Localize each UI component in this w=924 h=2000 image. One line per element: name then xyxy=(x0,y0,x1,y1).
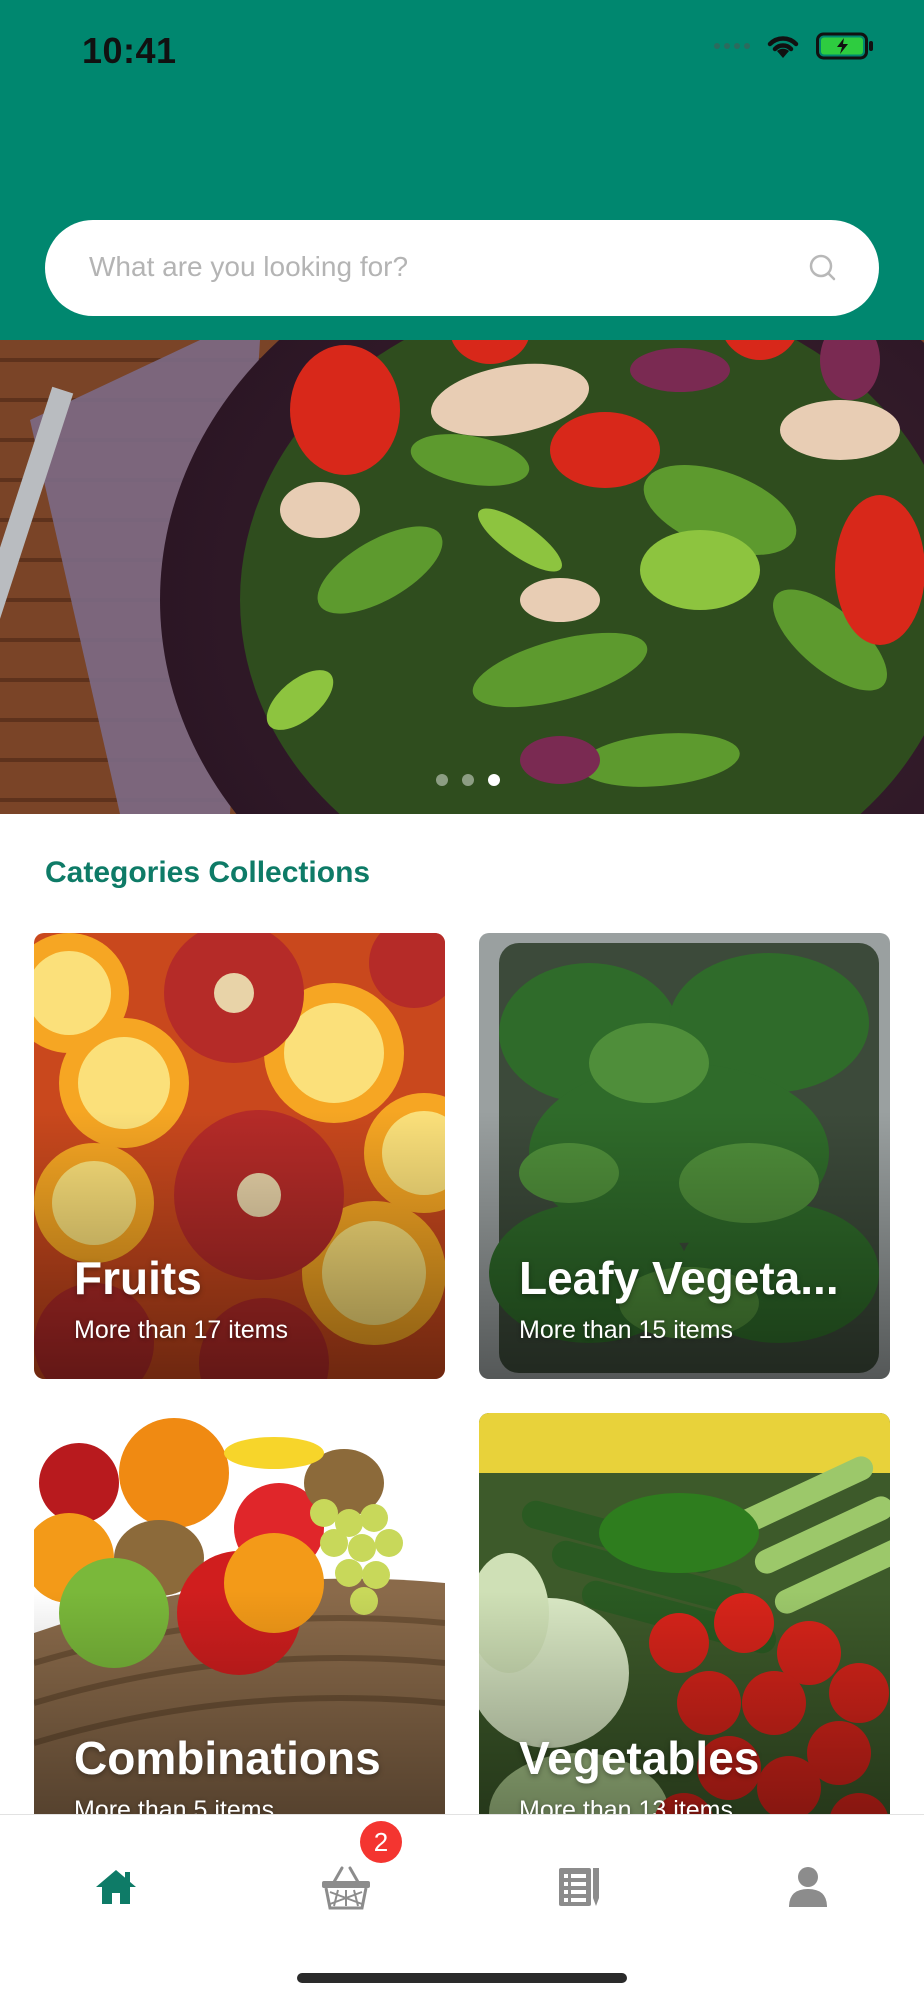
search-bar[interactable]: What are you looking for? xyxy=(45,220,879,316)
battery-icon xyxy=(816,32,873,60)
category-title: Vegetables xyxy=(519,1732,760,1784)
category-card-fruits[interactable]: Fruits More than 17 items xyxy=(34,933,445,1379)
tab-menu[interactable] xyxy=(548,1857,608,1917)
category-card-vegetables[interactable]: Vegetables More than 13 items xyxy=(479,1413,890,1859)
carousel-dot[interactable] xyxy=(462,774,474,786)
category-title: Leafy Vegeta... xyxy=(519,1252,839,1304)
wifi-icon xyxy=(767,36,799,58)
carousel-dot[interactable] xyxy=(436,774,448,786)
category-card-combinations[interactable]: Combinations More than 5 items xyxy=(34,1413,445,1859)
status-time: 10:41 xyxy=(82,30,177,71)
category-subtitle: More than 17 items xyxy=(74,1316,288,1344)
section-title: Categories Collections xyxy=(45,856,371,889)
home-icon xyxy=(96,1870,136,1904)
carousel-dot-active[interactable] xyxy=(488,774,500,786)
category-subtitle: More than 15 items xyxy=(519,1316,733,1344)
status-icons xyxy=(714,32,874,60)
tab-profile[interactable] xyxy=(778,1857,838,1917)
menu-book-icon xyxy=(559,1868,599,1906)
search-input[interactable]: What are you looking for? xyxy=(89,251,408,283)
cellular-signal-icon xyxy=(714,43,750,49)
profile-icon xyxy=(789,1867,827,1907)
category-card-leafy-vegetables[interactable]: Leafy Vegeta... More than 15 items xyxy=(479,933,890,1379)
cart-count-badge: 2 xyxy=(360,1821,402,1863)
carousel-indicator xyxy=(436,774,500,786)
category-title: Combinations xyxy=(74,1732,381,1784)
salad-image xyxy=(0,340,924,814)
tab-home[interactable] xyxy=(86,1857,146,1917)
search-icon[interactable] xyxy=(807,252,839,284)
tab-basket[interactable] xyxy=(316,1857,376,1917)
hero-banner[interactable] xyxy=(0,340,924,814)
category-title: Fruits xyxy=(74,1252,202,1304)
home-indicator xyxy=(297,1973,627,1983)
app-header: 10:41 What are you looking for? xyxy=(0,0,924,340)
basket-icon xyxy=(322,1866,370,1910)
